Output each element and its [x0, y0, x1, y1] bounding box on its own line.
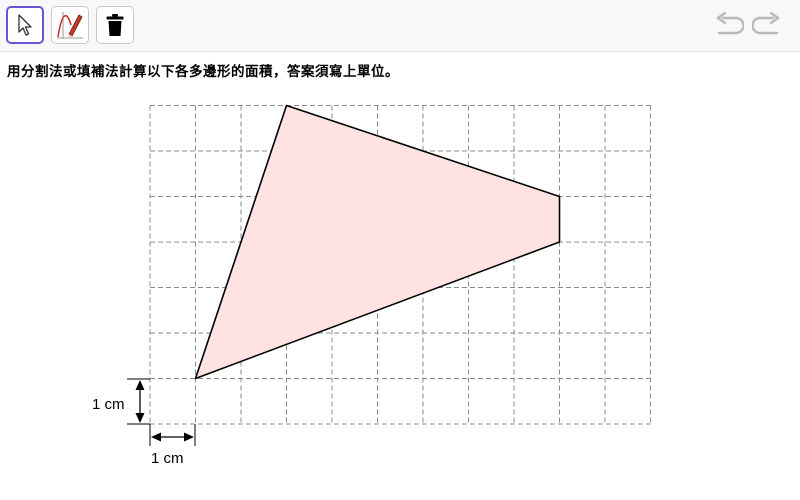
horizontal-scale-label: 1 cm	[151, 450, 184, 467]
horizontal-scale-marker	[149, 424, 196, 446]
geometry-canvas[interactable]: 1 cm 1 cm	[0, 0, 800, 500]
vertical-scale-label: 1 cm	[92, 396, 125, 413]
vertical-scale-marker	[127, 378, 150, 425]
